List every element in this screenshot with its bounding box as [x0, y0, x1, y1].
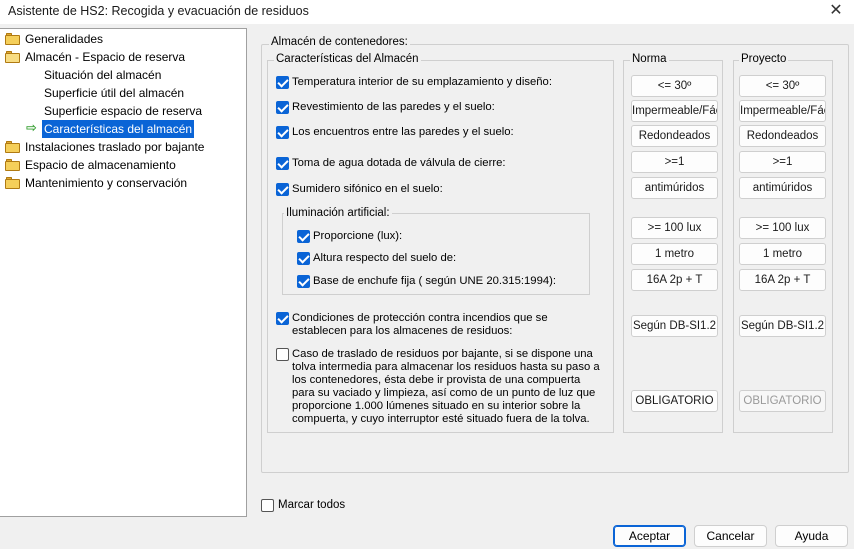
checkbox-marcar-todos[interactable]: [261, 499, 274, 512]
label-proteccion-incendios: Condiciones de protección contra incendi…: [292, 312, 548, 337]
proyecto-title: Proyecto: [739, 53, 789, 65]
proyecto-encuentros-button[interactable]: Redondeados: [739, 125, 826, 147]
norma-sumidero-button[interactable]: antimúridos: [631, 177, 718, 199]
window-title: Asistente de HS2: Recogida y evacuación …: [8, 4, 309, 18]
norma-toma-agua-button[interactable]: >=1: [631, 151, 718, 173]
norma-tolva-button[interactable]: OBLIGATORIO: [631, 390, 718, 412]
cancel-button[interactable]: Cancelar: [694, 525, 767, 547]
navigation-tree: Generalidades Almacén - Espacio de reser…: [0, 28, 247, 517]
iluminacion-title: Iluminación artificial:: [284, 207, 392, 219]
tree-item-caracteristicas-almacen[interactable]: Características del almacén: [42, 120, 195, 138]
proyecto-revestimiento-button[interactable]: Impermeable/Fác: [739, 100, 826, 122]
help-button[interactable]: Ayuda: [775, 525, 848, 547]
folder-open-icon: [5, 51, 21, 63]
folder-icon: [5, 141, 21, 153]
norma-encuentros-button[interactable]: Redondeados: [631, 125, 718, 147]
tree-item-mantenimiento[interactable]: Mantenimiento y conservación: [25, 174, 187, 192]
tree-item-instalaciones-bajante[interactable]: Instalaciones traslado por bajante: [25, 138, 204, 156]
label-revestimiento: Revestimiento de las paredes y el suelo:: [292, 101, 495, 113]
label-toma-agua: Toma de agua dotada de válvula de cierre…: [292, 157, 506, 169]
label-altura: Altura respecto del suelo de:: [313, 252, 457, 264]
norma-incendios-button[interactable]: Según DB-SI1.2: [631, 315, 718, 337]
tree-item-almacen-espacio-reserva[interactable]: Almacén - Espacio de reserva: [25, 48, 185, 66]
tree-item-situacion-almacen[interactable]: Situación del almacén: [44, 66, 161, 84]
label-marcar-todos: Marcar todos: [278, 499, 346, 511]
checkbox-toma-agua[interactable]: [276, 157, 289, 170]
checkbox-proteccion-incendios[interactable]: [276, 312, 289, 325]
label-base-enchufe: Base de enchufe fija ( según UNE 20.315:…: [313, 275, 557, 287]
checkbox-proporcione-lux[interactable]: [297, 230, 310, 243]
proyecto-incendios-button[interactable]: Según DB-SI1.2: [739, 315, 826, 337]
norma-altura-button[interactable]: 1 metro: [631, 243, 718, 265]
caracteristicas-title: Características del Almacén: [274, 53, 421, 65]
group-title: Almacén de contenedores:: [269, 36, 410, 48]
tree-item-espacio-almacenamiento[interactable]: Espacio de almacenamiento: [25, 156, 176, 174]
label-temperatura: Temperatura interior de su emplazamiento…: [292, 76, 552, 88]
checkbox-base-enchufe[interactable]: [297, 275, 310, 288]
checkbox-temperatura[interactable]: [276, 76, 289, 89]
title-bar: Asistente de HS2: Recogida y evacuación …: [0, 0, 854, 24]
folder-icon: [5, 177, 21, 189]
proyecto-altura-button[interactable]: 1 metro: [739, 243, 826, 265]
checkbox-tolva[interactable]: [276, 348, 289, 361]
checkbox-altura[interactable]: [297, 252, 310, 265]
tree-item-superficie-util[interactable]: Superficie útil del almacén: [44, 84, 184, 102]
folder-icon: [5, 159, 21, 171]
label-encuentros: Los encuentros entre las paredes y el su…: [292, 126, 514, 138]
close-icon[interactable]: ✕: [824, 1, 848, 23]
label-proporcione-lux: Proporcione (lux):: [313, 230, 403, 242]
proyecto-sumidero-button[interactable]: antimúridos: [739, 177, 826, 199]
proyecto-temperatura-button[interactable]: <= 30º: [739, 75, 826, 97]
proyecto-lux-button[interactable]: >= 100 lux: [739, 217, 826, 239]
label-sumidero: Sumidero sifónico en el suelo:: [292, 183, 443, 195]
accept-button[interactable]: Aceptar: [613, 525, 686, 547]
checkbox-encuentros[interactable]: [276, 126, 289, 139]
norma-revestimiento-button[interactable]: Impermeable/Fác: [631, 100, 718, 122]
norma-title: Norma: [630, 53, 669, 65]
proyecto-tolva-button: OBLIGATORIO: [739, 390, 826, 412]
norma-temperatura-button[interactable]: <= 30º: [631, 75, 718, 97]
proyecto-enchufe-button[interactable]: 16A 2p + T: [739, 269, 826, 291]
checkbox-revestimiento[interactable]: [276, 101, 289, 114]
proyecto-toma-agua-button[interactable]: >=1: [739, 151, 826, 173]
tree-item-superficie-reserva[interactable]: Superficie espacio de reserva: [44, 102, 202, 120]
norma-lux-button[interactable]: >= 100 lux: [631, 217, 718, 239]
norma-enchufe-button[interactable]: 16A 2p + T: [631, 269, 718, 291]
tree-item-generalidades[interactable]: Generalidades: [25, 30, 103, 48]
checkbox-sumidero[interactable]: [276, 183, 289, 196]
arrow-right-icon: ⇨: [26, 120, 37, 135]
label-tolva: Caso de traslado de residuos por bajante…: [292, 348, 600, 425]
folder-icon: [5, 33, 21, 45]
